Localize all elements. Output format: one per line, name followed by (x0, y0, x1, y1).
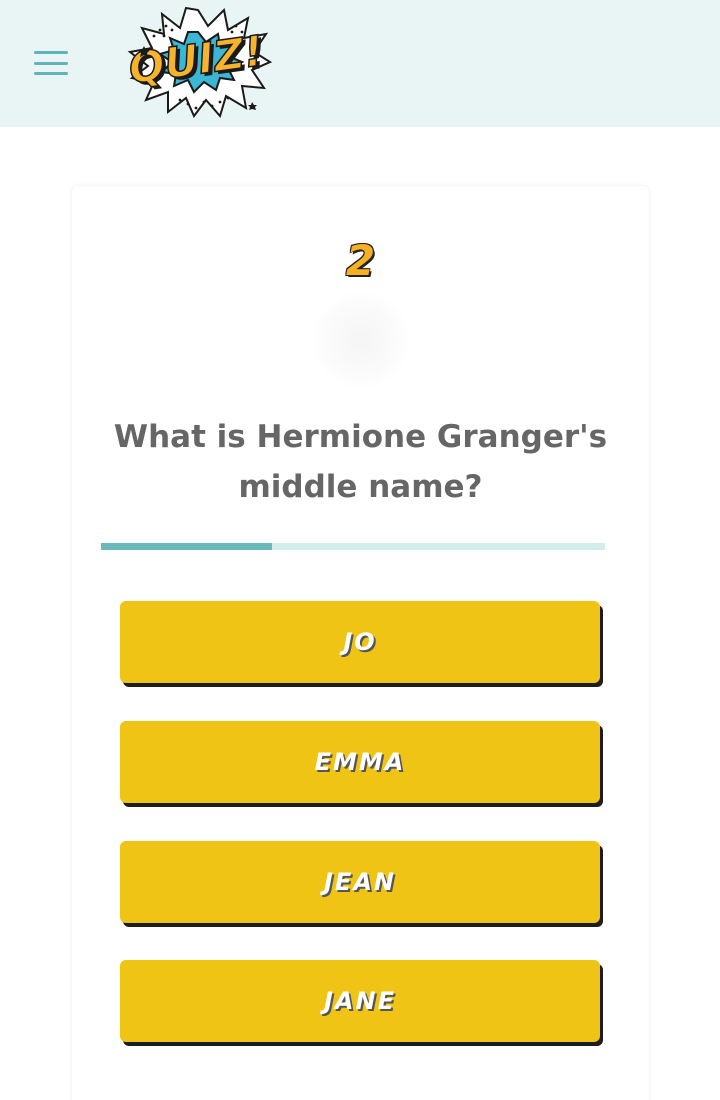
progress-bar (101, 543, 605, 550)
question-text: What is Hermione Granger's middle name? (113, 419, 608, 505)
answer-label: JO (343, 628, 377, 656)
menu-bar-middle (34, 61, 68, 65)
answer-button-emma[interactable]: EMMA (120, 721, 600, 803)
quiz-logo[interactable]: QUIZ! QUIZ! (124, 4, 272, 120)
menu-bar-top (34, 51, 68, 54)
question-number-glow (308, 292, 414, 388)
hamburger-menu-icon[interactable] (34, 51, 68, 75)
progress-bar-fill (101, 543, 273, 550)
answer-button-jo[interactable]: JO (120, 601, 600, 683)
answer-button-jane[interactable]: JANE (120, 960, 600, 1042)
menu-bar-bottom (34, 72, 68, 75)
answer-label: EMMA (314, 748, 406, 776)
answer-label: JEAN (324, 868, 396, 896)
answer-button-jean[interactable]: JEAN (120, 841, 600, 923)
quiz-card: 2 What is Hermione Granger's middle name… (72, 186, 649, 1100)
app-header: QUIZ! QUIZ! (0, 0, 720, 127)
question-number-badge: 2 (72, 236, 649, 388)
question-number: 2 (345, 236, 376, 285)
quiz-logo-burst: QUIZ! QUIZ! (125, 6, 272, 119)
answer-label: JANE (324, 987, 396, 1015)
